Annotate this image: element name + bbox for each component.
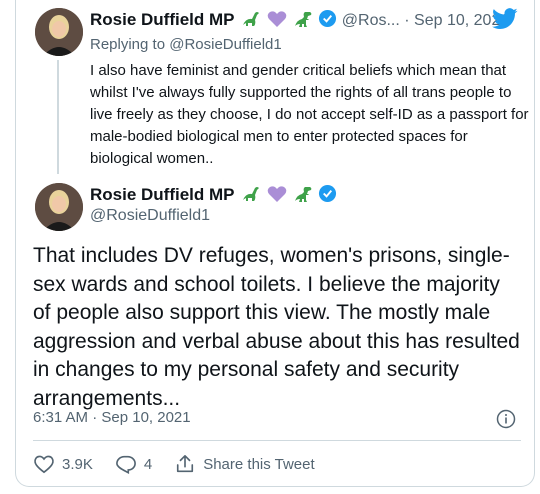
thread-line	[57, 60, 59, 174]
separator: ·	[404, 12, 410, 30]
tweet2-body: That includes DV refuges, women's prison…	[33, 244, 520, 410]
timestamp[interactable]: 6:31 AM · Sep 10, 2021	[33, 409, 191, 426]
reply-icon	[115, 455, 136, 474]
handle[interactable]: @RosieDuffield1	[90, 207, 210, 225]
avatar[interactable]	[35, 8, 83, 56]
twitter-bird-icon[interactable]	[492, 8, 518, 35]
t-rex-emoji	[294, 185, 314, 208]
display-name[interactable]: Rosie Duffield MP	[90, 10, 235, 29]
reply-prefix: Replying to	[90, 36, 166, 53]
heart-icon	[34, 455, 54, 474]
share-button[interactable]: Share this Tweet	[174, 454, 315, 474]
reply-count: 4	[143, 455, 153, 473]
tweet1-body: I also have feminist and gender critical…	[90, 62, 529, 167]
t-rex-emoji	[294, 10, 314, 33]
verified-badge-icon	[318, 184, 337, 208]
purple-heart-emoji	[267, 185, 287, 208]
purple-heart-emoji	[267, 10, 287, 33]
reply-handle[interactable]: @RosieDuffield1	[169, 36, 282, 53]
action-bar: 3.9K 4 Share this Tweet	[33, 452, 337, 476]
display-name[interactable]: Rosie Duffield MP	[90, 185, 235, 204]
tweet1-header: Rosie Duffield MP @Ros... · Sep 10, 2021	[90, 9, 509, 33]
sauropod-emoji	[241, 185, 261, 208]
like-button[interactable]: 3.9K	[33, 454, 93, 474]
avatar[interactable]	[35, 183, 83, 231]
info-icon[interactable]	[496, 409, 516, 434]
divider	[33, 440, 521, 441]
verified-badge-icon	[318, 9, 337, 33]
share-icon	[177, 455, 194, 473]
like-count: 3.9K	[62, 455, 93, 473]
tweet2-header: Rosie Duffield MP	[90, 184, 337, 208]
sauropod-emoji	[241, 10, 261, 33]
replying-to: Replying to @RosieDuffield1	[90, 36, 282, 53]
share-label: Share this Tweet	[203, 455, 315, 473]
reply-button[interactable]: 4	[115, 454, 152, 474]
handle[interactable]: @Ros...	[342, 12, 400, 29]
